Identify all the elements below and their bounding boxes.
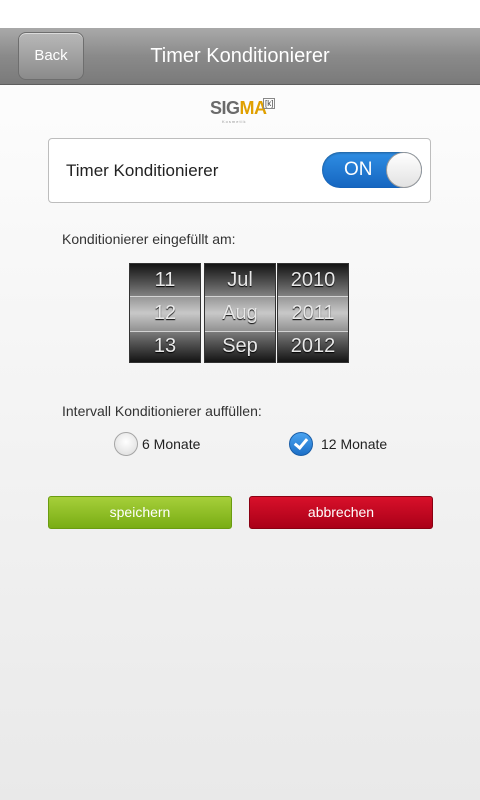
- toggle-state-label: ON: [344, 159, 373, 180]
- timer-card: Timer Konditionierer ON: [48, 138, 431, 203]
- day-picker[interactable]: 11 12 13: [129, 263, 201, 363]
- radio-unchecked-icon[interactable]: [114, 432, 138, 456]
- back-button[interactable]: Back: [18, 32, 84, 80]
- nav-bar: Back Timer Konditionierer: [0, 28, 480, 85]
- toggle-knob[interactable]: [386, 152, 422, 188]
- day-below[interactable]: 13: [130, 330, 200, 362]
- save-button[interactable]: speichern: [48, 496, 232, 529]
- radio-label-12-months: 12 Monate: [321, 436, 388, 452]
- radio-checked-icon[interactable]: [289, 432, 313, 456]
- year-selected[interactable]: 2011: [278, 297, 348, 329]
- date-section-label: Konditionierer eingefüllt am:: [62, 231, 236, 247]
- back-button-label: Back: [34, 47, 68, 64]
- month-below[interactable]: Sep: [205, 330, 275, 362]
- month-above[interactable]: Jul: [205, 264, 275, 296]
- radio-label-6-months: 6 Monate: [142, 436, 201, 452]
- year-picker[interactable]: 2010 2011 2012: [277, 263, 349, 363]
- sigma-logo: SIGMA [k] Kosmetik: [210, 98, 276, 128]
- month-picker[interactable]: Jul Aug Sep: [204, 263, 276, 363]
- interval-section-label: Intervall Konditionierer auffüllen:: [62, 403, 262, 419]
- logo-text-start: SIG: [210, 98, 240, 118]
- year-above[interactable]: 2010: [278, 264, 348, 296]
- year-below[interactable]: 2012: [278, 330, 348, 362]
- status-bar: [0, 0, 480, 28]
- logo-superscript: [k]: [263, 98, 276, 109]
- cancel-button[interactable]: abbrechen: [249, 496, 433, 529]
- day-selected[interactable]: 12: [130, 297, 200, 329]
- day-above[interactable]: 11: [130, 264, 200, 296]
- logo-tagline: Kosmetik: [222, 119, 247, 124]
- month-selected[interactable]: Aug: [205, 297, 275, 329]
- timer-card-label: Timer Konditionierer: [66, 161, 219, 180]
- timer-toggle[interactable]: ON: [322, 152, 422, 188]
